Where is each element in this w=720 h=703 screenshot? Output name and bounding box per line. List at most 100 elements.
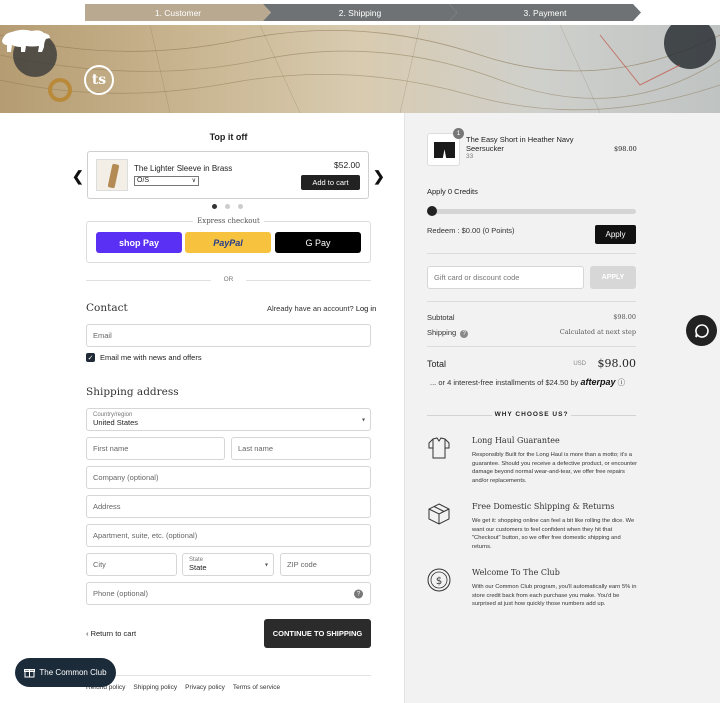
coin-icon: $ (427, 568, 451, 592)
add-to-cart-button[interactable]: Add to cart (301, 175, 360, 190)
header-banner: ts (0, 25, 720, 113)
return-to-cart-link[interactable]: ‹ Return to cart (86, 629, 136, 638)
why-choose-us-heading: WHY CHOOSE US? (427, 411, 636, 418)
total-label: Total (427, 359, 447, 369)
feature-text: Responsibly Built for the Long Haul is m… (472, 452, 637, 484)
shop-pay-button[interactable]: shop Pay (96, 232, 182, 253)
apply-credits-button[interactable]: Apply (595, 225, 636, 244)
country-value: United States (93, 418, 139, 427)
state-value: State (189, 563, 207, 572)
upsell-product-image (96, 159, 128, 191)
ts-logo: ts (84, 65, 114, 95)
gift-icon (24, 669, 36, 678)
feature-title: Welcome To The Club (472, 568, 560, 577)
checkbox-checked-icon[interactable]: ✓ (86, 353, 95, 362)
apartment-field[interactable]: Apartment, suite, etc. (optional) (86, 524, 371, 547)
chevron-left-icon: ‹ (86, 629, 89, 638)
product-name: The Easy Short in Heather Navy Seersucke… (466, 135, 574, 153)
subtotal-value: $98.00 (613, 313, 636, 321)
step-customer[interactable]: 1. Customer (85, 4, 271, 21)
or-divider: OR (86, 276, 371, 283)
have-account-text: Already have an account? Log in (267, 304, 376, 313)
shirt-icon (428, 437, 450, 459)
total-value: $98.00 (597, 357, 637, 370)
carousel-dot[interactable] (225, 204, 230, 209)
svg-text:$: $ (436, 576, 442, 587)
info-icon[interactable]: ⓘ (618, 378, 626, 387)
redeem-text: Redeem : $0.00 (0 Points) (427, 226, 515, 235)
have-account-label: Already have an account? (267, 304, 354, 313)
contact-heading: Contact (86, 302, 128, 314)
google-pay-button[interactable]: G Pay (275, 232, 361, 253)
zip-field[interactable]: ZIP code (280, 553, 371, 576)
credits-label: Apply 0 Credits (427, 187, 478, 196)
upsell-option-value: O/S (137, 177, 150, 184)
summary-divider (427, 253, 636, 254)
newsletter-label: Email me with news and offers (100, 353, 202, 362)
company-field[interactable]: Company (optional) (86, 466, 371, 489)
country-select[interactable]: Country/region United States ▾ (86, 408, 371, 431)
bear-logo (2, 29, 50, 52)
upsell-card: The Lighter Sleeve in Brass O/S ∨ $52.00… (87, 151, 369, 199)
terms-of-service-link[interactable]: Terms of service (233, 684, 280, 691)
express-checkout-label: Express checkout (193, 217, 264, 225)
upsell-next-arrow-icon[interactable]: ❯ (373, 168, 385, 185)
help-icon[interactable]: ? (354, 589, 363, 598)
login-link[interactable]: Log in (356, 304, 376, 313)
quantity-badge: 1 (453, 128, 464, 139)
shipping-value: Calculated at next step (559, 328, 636, 336)
paypal-button[interactable]: PayPal (185, 232, 271, 253)
chevron-down-icon: ▾ (264, 562, 268, 568)
feature-text: With our Common Club program, you'll aut… (472, 584, 637, 607)
afterpay-text: ... or 4 interest-free installments of $… (430, 378, 579, 387)
help-icon[interactable]: ? (460, 330, 469, 338)
chat-icon (694, 323, 709, 338)
shipping-policy-link[interactable]: Shipping policy (133, 684, 177, 691)
newsletter-checkbox-row[interactable]: ✓ Email me with news and offers (86, 353, 202, 362)
return-label: Return to cart (90, 629, 137, 638)
continue-to-shipping-button[interactable]: CONTINUE TO SHIPPING (264, 619, 371, 648)
phone-field[interactable]: Phone (optional) ? (86, 582, 371, 605)
step-shipping[interactable]: 2. Shipping (263, 4, 457, 21)
box-icon (428, 503, 450, 525)
state-select[interactable]: State State ▾ (182, 553, 274, 576)
upsell-prev-arrow-icon[interactable]: ❮ (72, 168, 84, 185)
upsell-heading: Top it off (209, 132, 248, 142)
step-payment[interactable]: 3. Payment (449, 4, 641, 21)
city-field[interactable]: City (86, 553, 177, 576)
subtotal-row: Subtotal $98.00 (427, 313, 636, 322)
carousel-dot[interactable] (212, 204, 217, 209)
currency-label: USD (573, 361, 586, 367)
email-field[interactable]: Email (86, 324, 371, 347)
chevron-down-icon: ∨ (191, 178, 196, 184)
express-checkout: Express checkout shop Pay PayPal G Pay (86, 217, 371, 263)
subtotal-label: Subtotal (427, 313, 455, 322)
chat-button[interactable] (686, 315, 717, 346)
last-name-field[interactable]: Last name (231, 437, 371, 460)
shipping-label: Shipping (427, 328, 457, 337)
credits-slider-track[interactable] (427, 209, 636, 214)
summary-divider (427, 346, 636, 347)
upsell-option-select[interactable]: O/S ∨ (134, 176, 199, 186)
first-name-field[interactable]: First name (86, 437, 225, 460)
checkout-form-column: Top it off ❮ The Lighter Sleeve in Brass… (0, 113, 404, 703)
privacy-policy-link[interactable]: Privacy policy (185, 684, 225, 691)
feature-title: Long Haul Guarantee (472, 436, 560, 445)
upsell-product-name: The Lighter Sleeve in Brass (134, 164, 233, 173)
shipping-row: Shipping? Calculated at next step (427, 328, 636, 338)
common-club-button[interactable]: The Common Club (15, 658, 116, 687)
apply-discount-button[interactable]: APPLY (590, 266, 636, 289)
shipping-address-heading: Shipping address (86, 386, 179, 398)
feature-text: We get it: shopping online can feel a bi… (472, 518, 635, 550)
discount-code-input[interactable]: Gift card or discount code (427, 266, 584, 289)
common-club-label: The Common Club (39, 668, 107, 677)
checkout-steps: 1. Customer 2. Shipping 3. Payment (0, 0, 720, 25)
summary-divider (427, 301, 636, 302)
feature-title: Free Domestic Shipping & Returns (472, 502, 615, 511)
chevron-down-icon: ▾ (361, 417, 365, 423)
carousel-dot[interactable] (238, 204, 243, 209)
address-field[interactable]: Address (86, 495, 371, 518)
upsell-price: $52.00 (334, 160, 360, 170)
credits-slider-handle[interactable] (427, 206, 437, 216)
product-price: $98.00 (614, 145, 637, 153)
